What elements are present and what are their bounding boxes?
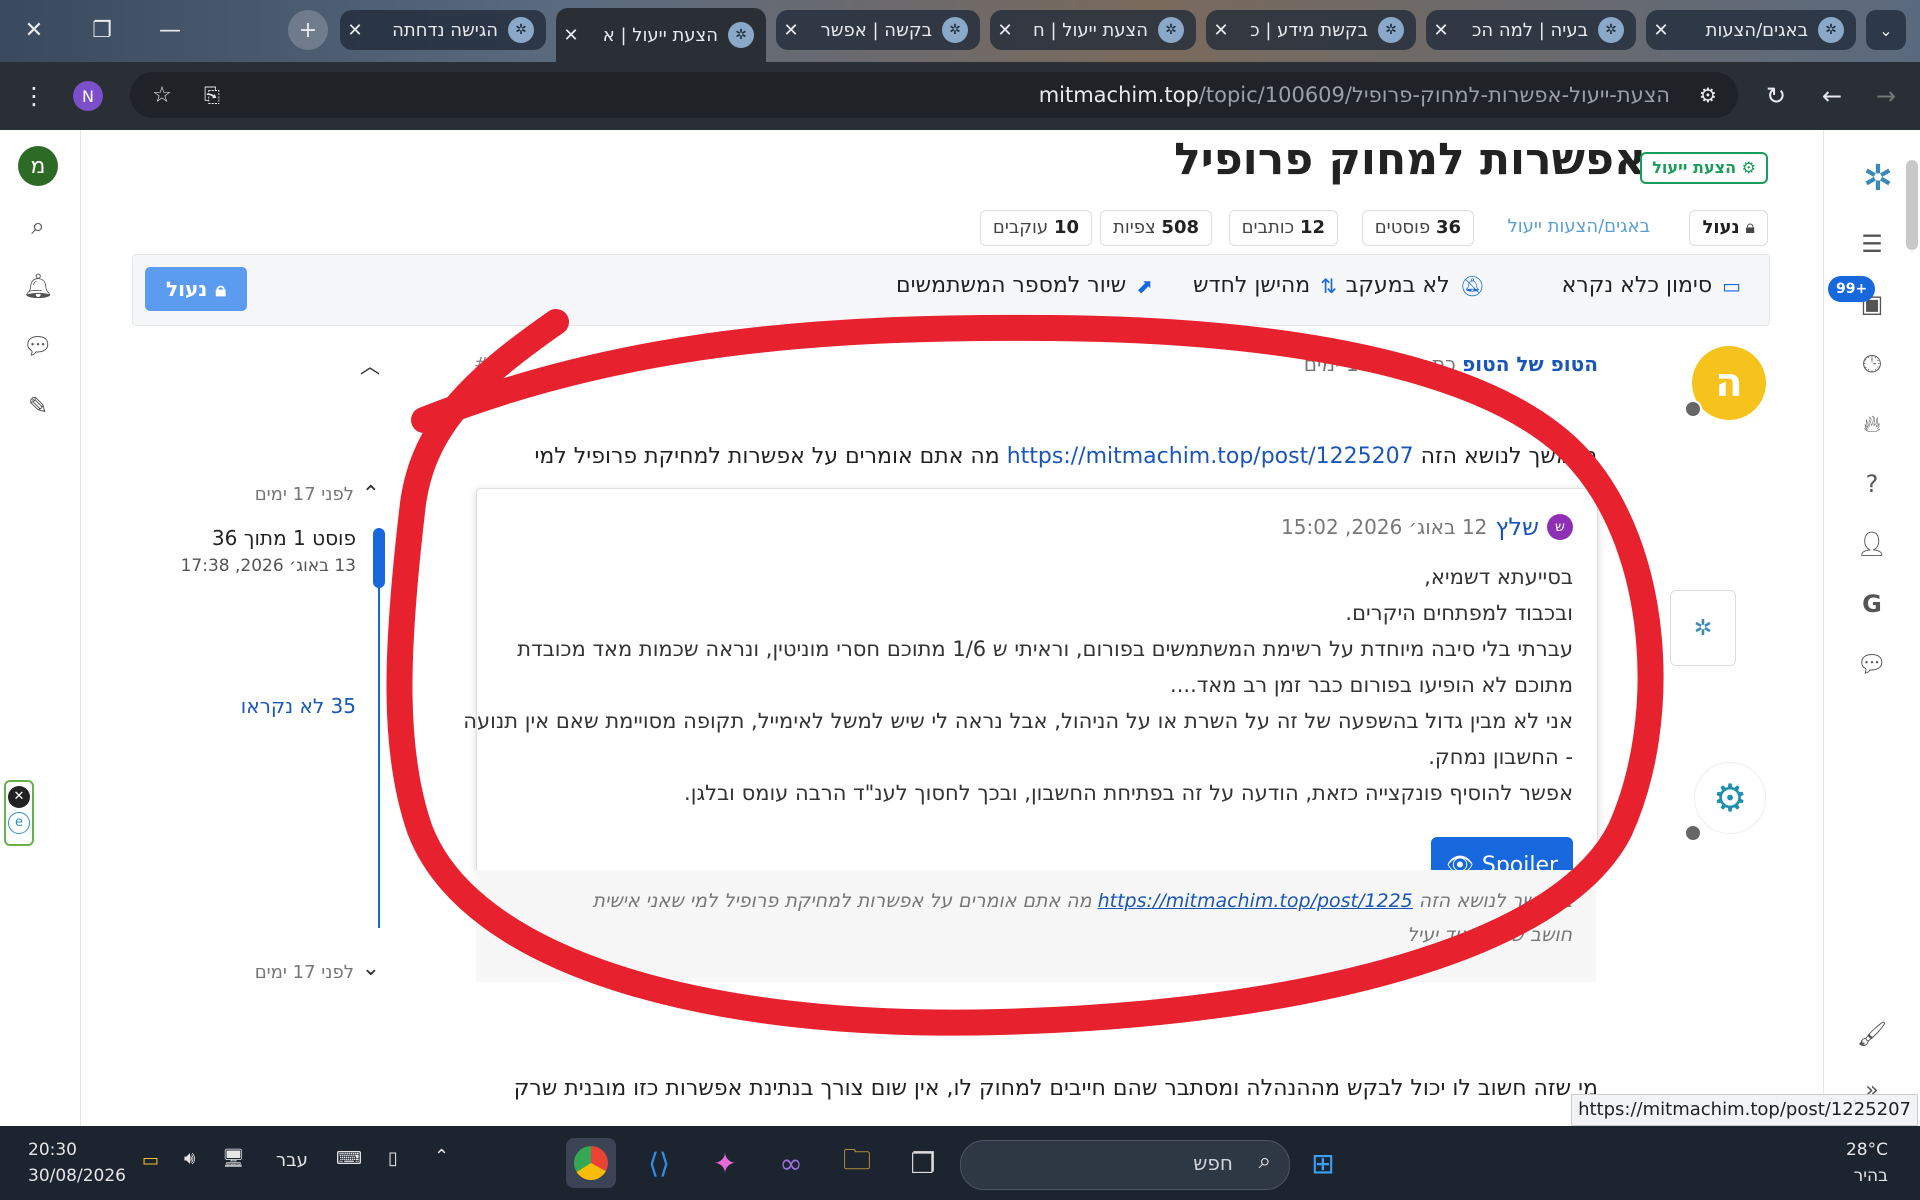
start-windows-icon[interactable]: ⊞ (1298, 1138, 1348, 1188)
input-language[interactable]: עבר (276, 1150, 308, 1171)
tab-3[interactable]: ✲ הצעת ייעול | ח ✕ (990, 10, 1196, 50)
browser-tab-strip: ✕ ❐ — + ✲ הגישה נדחתה ✕ ✲ הצעת ייעול | א… (0, 0, 1920, 62)
restore-window-icon[interactable]: ❐ (82, 12, 122, 48)
red-annotation-circle (386, 309, 1664, 1036)
site-favicon-icon: ✲ (1378, 17, 1404, 43)
web-page: מ ⌕ 🔔︎ 💬︎ ✎ ✕ e ✲ ☰ ▣ 99+ 🕒︎ 🔥︎ ? 👤︎ G 💬… (0, 130, 1920, 1126)
annotation-stroke (386, 309, 1664, 1036)
tab-4[interactable]: ✲ בקשה | אפשר ✕ (776, 10, 980, 50)
profile-initial: N (73, 81, 103, 111)
site-favicon-icon: ✲ (942, 17, 968, 43)
clock-time[interactable]: 20:30 (28, 1140, 77, 1160)
tab-close-icon[interactable]: ✕ (1206, 20, 1236, 41)
close-window-icon[interactable]: ✕ (14, 12, 54, 48)
site-favicon-icon: ✲ (1158, 17, 1184, 43)
address-bar[interactable]: ☆ ⎘ mitmachim.top/topic/100609/הצעת-ייעו… (130, 72, 1738, 118)
tab-close-icon[interactable]: ✕ (340, 20, 370, 41)
tab-search-icon[interactable]: ⌄ (1866, 10, 1906, 50)
site-favicon-icon: ✲ (728, 22, 754, 48)
tab-5[interactable]: ✲ הצעת ייעול | א ✕ (556, 8, 766, 62)
profile-avatar[interactable]: N (68, 76, 108, 116)
forward-arrow-icon[interactable]: → (1866, 76, 1906, 116)
url-path: /topic/100609/הצעת-ייעול-אפשרות-למחוק-פר… (1198, 83, 1670, 107)
weather-desc[interactable]: בהיר (1854, 1166, 1888, 1186)
minimize-window-icon[interactable]: — (150, 12, 190, 48)
weather-temp[interactable]: 28°C (1846, 1140, 1888, 1160)
site-favicon-icon: ✲ (1598, 17, 1624, 43)
site-favicon-icon: ✲ (1818, 17, 1844, 43)
tab-close-icon[interactable]: ✕ (1646, 20, 1676, 41)
network-icon[interactable]: 🖥︎ (222, 1148, 245, 1169)
search-icon: ⌕ (1258, 1149, 1271, 1174)
tab-2[interactable]: ✲ בקשת מידע | כ ✕ (1206, 10, 1416, 50)
url-domain: mitmachim.top (1038, 83, 1199, 107)
tab-0[interactable]: ✲ באגים/הצעות ✕ (1646, 10, 1856, 50)
keyboard-icon[interactable]: ⌨ (336, 1148, 362, 1169)
vscode-app-icon[interactable]: ⟨⟩ (634, 1138, 684, 1188)
task-view-icon[interactable]: ❐ (898, 1138, 948, 1188)
install-app-icon[interactable]: ⎘ (192, 75, 232, 115)
volume-icon[interactable]: 🔊︎ (184, 1148, 195, 1169)
search-placeholder: חפש (1193, 1151, 1233, 1175)
menu-kebab-icon[interactable]: ⋮ (14, 76, 54, 116)
url-text[interactable]: mitmachim.top/topic/100609/הצעת-ייעול-אפ… (1039, 72, 1670, 118)
tab-close-icon[interactable]: ✕ (990, 20, 1020, 41)
windows-taskbar: 20:30 30/08/2026 ▭ 🔊︎ 🖥︎ עבר ⌨ ▯ ⌃ ⟨⟩ ✦ … (0, 1126, 1920, 1200)
browser-toolbar: ⋮ N ☆ ⎘ mitmachim.top/topic/100609/הצעת-… (0, 62, 1920, 130)
visual-studio-app-icon[interactable]: ∞ (766, 1138, 816, 1188)
chrome-app-icon[interactable] (566, 1138, 616, 1188)
taskbar-search-input[interactable]: חפש ⌕ (960, 1140, 1290, 1190)
tab-close-icon[interactable]: ✕ (1426, 20, 1456, 41)
tray-chevron-up-icon[interactable]: ⌃ (434, 1146, 449, 1167)
tab-6[interactable]: ✲ הגישה נדחתה ✕ (340, 10, 546, 50)
reload-icon[interactable]: ↻ (1756, 76, 1796, 116)
file-explorer-app-icon[interactable]: 🗀 (832, 1138, 882, 1188)
tab-close-icon[interactable]: ✕ (556, 25, 586, 46)
tab-close-icon[interactable]: ✕ (776, 20, 806, 41)
tab-1[interactable]: ✲ בעיה | למה הכ ✕ (1426, 10, 1636, 50)
usb-icon[interactable]: ▯ (388, 1148, 398, 1169)
site-settings-icon[interactable]: ⚙ (1688, 75, 1728, 115)
copilot-app-icon[interactable]: ✦ (700, 1138, 750, 1188)
bookmark-star-icon[interactable]: ☆ (142, 75, 182, 115)
clock-date[interactable]: 30/08/2026 (28, 1166, 126, 1186)
site-favicon-icon: ✲ (508, 17, 534, 43)
battery-icon[interactable]: ▭ (142, 1150, 159, 1171)
back-arrow-icon[interactable]: ← (1812, 76, 1852, 116)
new-tab-icon[interactable]: + (288, 10, 328, 50)
